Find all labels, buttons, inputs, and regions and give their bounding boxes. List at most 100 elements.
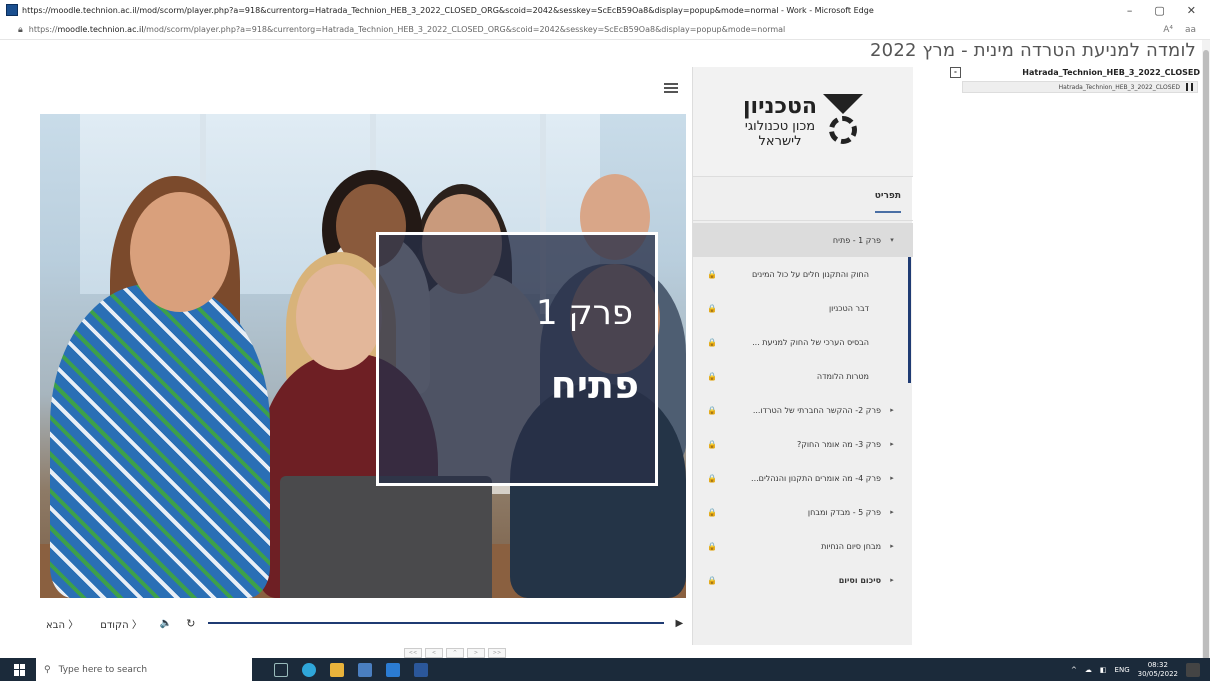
minimize-button[interactable]: – xyxy=(1127,4,1133,17)
lock-icon: 🔒 xyxy=(707,337,717,347)
tree-child[interactable]: Hatrada_Technion_HEB_3_2022_CLOSED xyxy=(962,81,1198,93)
restore-button[interactable]: ▢ xyxy=(1154,4,1164,17)
volume-icon[interactable]: 🔈 xyxy=(160,618,172,629)
volume-tray-icon[interactable]: ◧ xyxy=(1100,666,1107,674)
course-title: לומדה למניעת הטרדה מינית - מרץ 2022 xyxy=(870,40,1196,61)
hamburger-menu-icon[interactable] xyxy=(664,83,678,93)
chapter-number: פרק 1 xyxy=(536,293,633,333)
playbar: 〈 הבא 〈 הקודם 🔈 ↻ ▶ xyxy=(36,607,692,639)
search-placeholder: Type here to search xyxy=(58,664,148,675)
toc-subitem[interactable]: דבר הטכניון 🔒 xyxy=(693,291,913,325)
network-icon[interactable]: ☁ xyxy=(1085,666,1092,674)
tree-child-label[interactable]: Hatrada_Technion_HEB_3_2022_CLOSED xyxy=(1059,84,1180,91)
toc-item-label: החוק והתקנון חלים על כול המינים xyxy=(751,269,869,279)
mini-nav-button[interactable]: ^ xyxy=(446,648,464,658)
slide-mini-nav: << < ^ > >> xyxy=(404,648,506,658)
chevron-left-icon[interactable]: ▸ xyxy=(887,406,897,414)
close-button[interactable]: ✕ xyxy=(1187,4,1196,17)
toc-chapter[interactable]: ▸ מבחן סיום הנחיות 🔒 xyxy=(693,529,913,563)
tree-root[interactable]: - Hatrada_Technion_HEB_3_2022_CLOSED xyxy=(944,67,1202,78)
chevron-left-icon[interactable]: ▸ xyxy=(887,440,897,448)
file-explorer-icon[interactable] xyxy=(330,662,344,677)
toc-item-label: פרק 2- ההקשר החברתי של הטרדו... xyxy=(752,405,881,415)
prev-button[interactable]: 〈 הקודם xyxy=(100,616,142,631)
toc-subitem[interactable]: הבסיס הערכי של החוק למניעת ... 🔒 xyxy=(693,325,913,359)
technion-logo: הטכניון מכון טכנולוגי לישראל xyxy=(693,67,913,177)
play-icon[interactable]: ▶ xyxy=(676,618,684,629)
chevron-down-icon[interactable]: ▾ xyxy=(887,236,897,244)
lock-icon: 🔒 xyxy=(707,439,717,449)
next-button[interactable]: 〈 הבא xyxy=(46,616,78,631)
store-icon[interactable] xyxy=(358,662,372,677)
toc-subitem[interactable]: החוק והתקנון חלים על כול המינים 🔒 xyxy=(693,257,913,291)
tree-expander[interactable]: - xyxy=(950,67,961,78)
windows-start-icon[interactable] xyxy=(14,663,26,676)
language-indicator[interactable]: ENG xyxy=(1115,666,1130,674)
chevron-left-icon[interactable]: ▸ xyxy=(887,508,897,516)
edge-icon[interactable] xyxy=(302,662,316,677)
clock[interactable]: 08:32 30/05/2022 xyxy=(1138,661,1178,679)
tree-root-label[interactable]: Hatrada_Technion_HEB_3_2022_CLOSED xyxy=(961,68,1202,77)
toc-chapter[interactable]: ▸ פרק 5 - מבדק ומבחן 🔒 xyxy=(693,495,913,529)
word-icon[interactable] xyxy=(414,662,428,677)
progress-track[interactable] xyxy=(207,622,664,624)
slide-image: פרק 1 פתיח xyxy=(40,114,686,598)
address-url[interactable]: https://moodle.technion.ac.il/mod/scorm/… xyxy=(29,25,1163,34)
chapter-name: פתיח xyxy=(550,363,639,407)
logo-text: הטכניון מכון טכנולוגי לישראל xyxy=(743,94,817,149)
toc-chapter[interactable]: ▸ סיכום וסיום 🔒 xyxy=(693,563,913,597)
toc-item-label: דבר הטכניון xyxy=(828,303,869,313)
clock-date: 30/05/2022 xyxy=(1137,669,1178,678)
mini-nav-button[interactable]: << xyxy=(404,648,422,658)
read-aloud-icon[interactable]: A⁴ xyxy=(1163,25,1173,35)
scorm-tree: - Hatrada_Technion_HEB_3_2022_CLOSED Hat… xyxy=(944,67,1202,93)
mini-nav-button[interactable]: > xyxy=(467,648,485,658)
logo-line-3: לישראל xyxy=(758,133,802,149)
toc-chapter[interactable]: ▸ פרק 3- מה אומר החוק? 🔒 xyxy=(693,427,913,461)
person xyxy=(50,284,270,598)
address-bar[interactable]: 🔒︎ https://moodle.technion.ac.il/mod/sco… xyxy=(0,20,1210,40)
chevron-left-icon[interactable]: ▸ xyxy=(887,576,897,584)
person-head xyxy=(130,192,230,312)
window-controls: – ▢ ✕ xyxy=(1127,4,1196,17)
taskbar-search[interactable]: ⚲ Type here to search xyxy=(36,658,252,681)
mail-icon[interactable] xyxy=(386,662,400,677)
lock-icon: 🔒 xyxy=(707,269,717,279)
scrollbar-thumb[interactable] xyxy=(1203,50,1209,660)
notification-icon[interactable] xyxy=(1186,662,1200,677)
chevron-left-icon[interactable]: ▸ xyxy=(887,474,897,482)
tab-toc[interactable]: תפריט xyxy=(874,191,901,213)
person-head xyxy=(296,264,382,370)
lock-icon: 🔒 xyxy=(707,473,717,483)
chevron-left-icon[interactable]: ▸ xyxy=(887,542,897,550)
address-icons: A⁴ aa xyxy=(1163,25,1196,35)
toc-item-label: סיכום וסיום xyxy=(838,575,881,585)
chapter-title-box: פרק 1 פתיח xyxy=(376,232,658,486)
lock-icon: 🔒 xyxy=(707,303,717,313)
laptop xyxy=(280,476,492,598)
immersive-reader-icon[interactable]: aa xyxy=(1185,25,1196,35)
task-view-icon[interactable] xyxy=(274,662,288,677)
replay-icon[interactable]: ↻ xyxy=(186,617,195,630)
toc-chapter[interactable]: ▾ פרק 1 - פתיח xyxy=(693,223,913,257)
toc-chapter[interactable]: ▸ פרק 2- ההקשר החברתי של הטרדו... 🔒 xyxy=(693,393,913,427)
mini-nav-button[interactable]: < xyxy=(425,648,443,658)
toc-item-label: פרק 3- מה אומר החוק? xyxy=(796,439,881,449)
tray-chevron-icon[interactable]: ^ xyxy=(1071,666,1077,674)
window-title: https://moodle.technion.ac.il/mod/scorm/… xyxy=(22,5,874,15)
toc-item-label: פרק 4- מה אומרים התקנון והנהלים... xyxy=(751,473,881,483)
system-tray: ^ ☁ ◧ ENG 08:32 30/05/2022 xyxy=(1071,661,1200,679)
page-scrollbar[interactable] xyxy=(1202,40,1210,660)
page-info-icon[interactable]: 🔒︎ xyxy=(18,25,23,35)
toc-subitem[interactable]: מטרות הלומדה 🔒 xyxy=(693,359,913,393)
toc-chapter[interactable]: ▸ פרק 4- מה אומרים התקנון והנהלים... 🔒 xyxy=(693,461,913,495)
taskbar-apps xyxy=(274,662,428,677)
toc-list: ▾ פרק 1 - פתיח החוק והתקנון חלים על כול המ… xyxy=(693,223,913,597)
lock-icon: 🔒 xyxy=(707,507,717,517)
toc-item-label: הבסיס הערכי של החוק למניעת ... xyxy=(752,337,869,347)
window-titlebar: https://moodle.technion.ac.il/mod/scorm/… xyxy=(0,0,1210,20)
toc-item-label: מטרות הלומדה xyxy=(816,371,869,381)
mini-nav-button[interactable]: >> xyxy=(488,648,506,658)
favicon-icon xyxy=(6,4,18,16)
lock-icon: 🔒 xyxy=(707,371,717,381)
